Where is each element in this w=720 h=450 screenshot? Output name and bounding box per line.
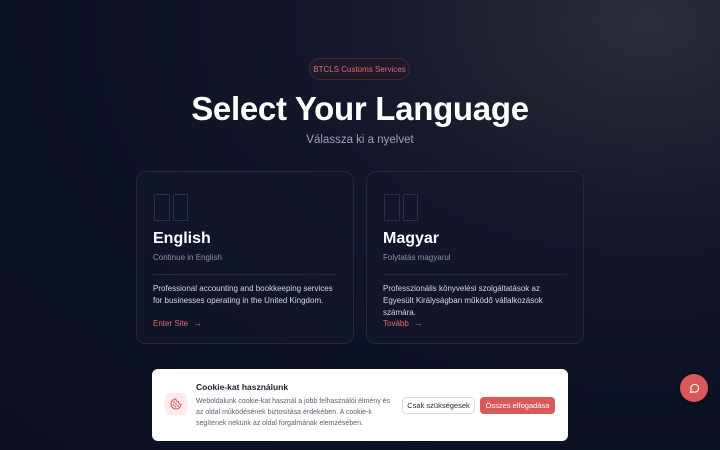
link-label: Tovább: [383, 318, 409, 328]
arrow-right-icon: →: [413, 318, 423, 328]
card-title: English: [153, 230, 211, 247]
link-label: Enter Site: [153, 318, 189, 328]
accept-all-button[interactable]: Összes elfogadása: [480, 397, 555, 414]
flag-icon: [384, 194, 418, 221]
site-badge: BTCLS Customs Services: [309, 58, 410, 80]
language-card-magyar[interactable]: Magyar Folytatás magyarul Professzionáli…: [366, 171, 584, 344]
enter-site-link[interactable]: Enter Site →: [153, 318, 202, 328]
tovabb-link[interactable]: Tovább →: [383, 318, 423, 328]
cookie-text: Weboldalunk cookie-kat használ a jobb fe…: [196, 398, 391, 427]
flag-icon: [154, 194, 188, 221]
arrow-right-icon: →: [193, 318, 203, 328]
card-title: Magyar: [383, 230, 440, 247]
cookie-icon: [165, 393, 187, 415]
cookie-title: Cookie-kat használunk: [196, 382, 289, 392]
cookie-banner: Cookie-kat használunk Weboldalunk cookie…: [152, 369, 568, 441]
chat-button[interactable]: [680, 374, 708, 402]
chat-icon: [689, 383, 699, 393]
card-subtitle: Folytatás magyarul: [383, 253, 451, 262]
necessary-only-button[interactable]: Csak szükségesek: [402, 397, 475, 414]
card-divider: [153, 274, 337, 275]
card-description: Professional accounting and bookkeeping …: [153, 284, 333, 305]
card-description: Professzionális könyvelési szolgáltatáso…: [383, 284, 543, 317]
language-card-english[interactable]: English Continue in English Professional…: [136, 171, 354, 344]
page-subtitle: Válassza ki a nyelvet: [306, 134, 414, 146]
page-title: Select Your Language: [191, 90, 529, 127]
card-divider: [383, 274, 567, 275]
card-subtitle: Continue in English: [153, 253, 222, 262]
